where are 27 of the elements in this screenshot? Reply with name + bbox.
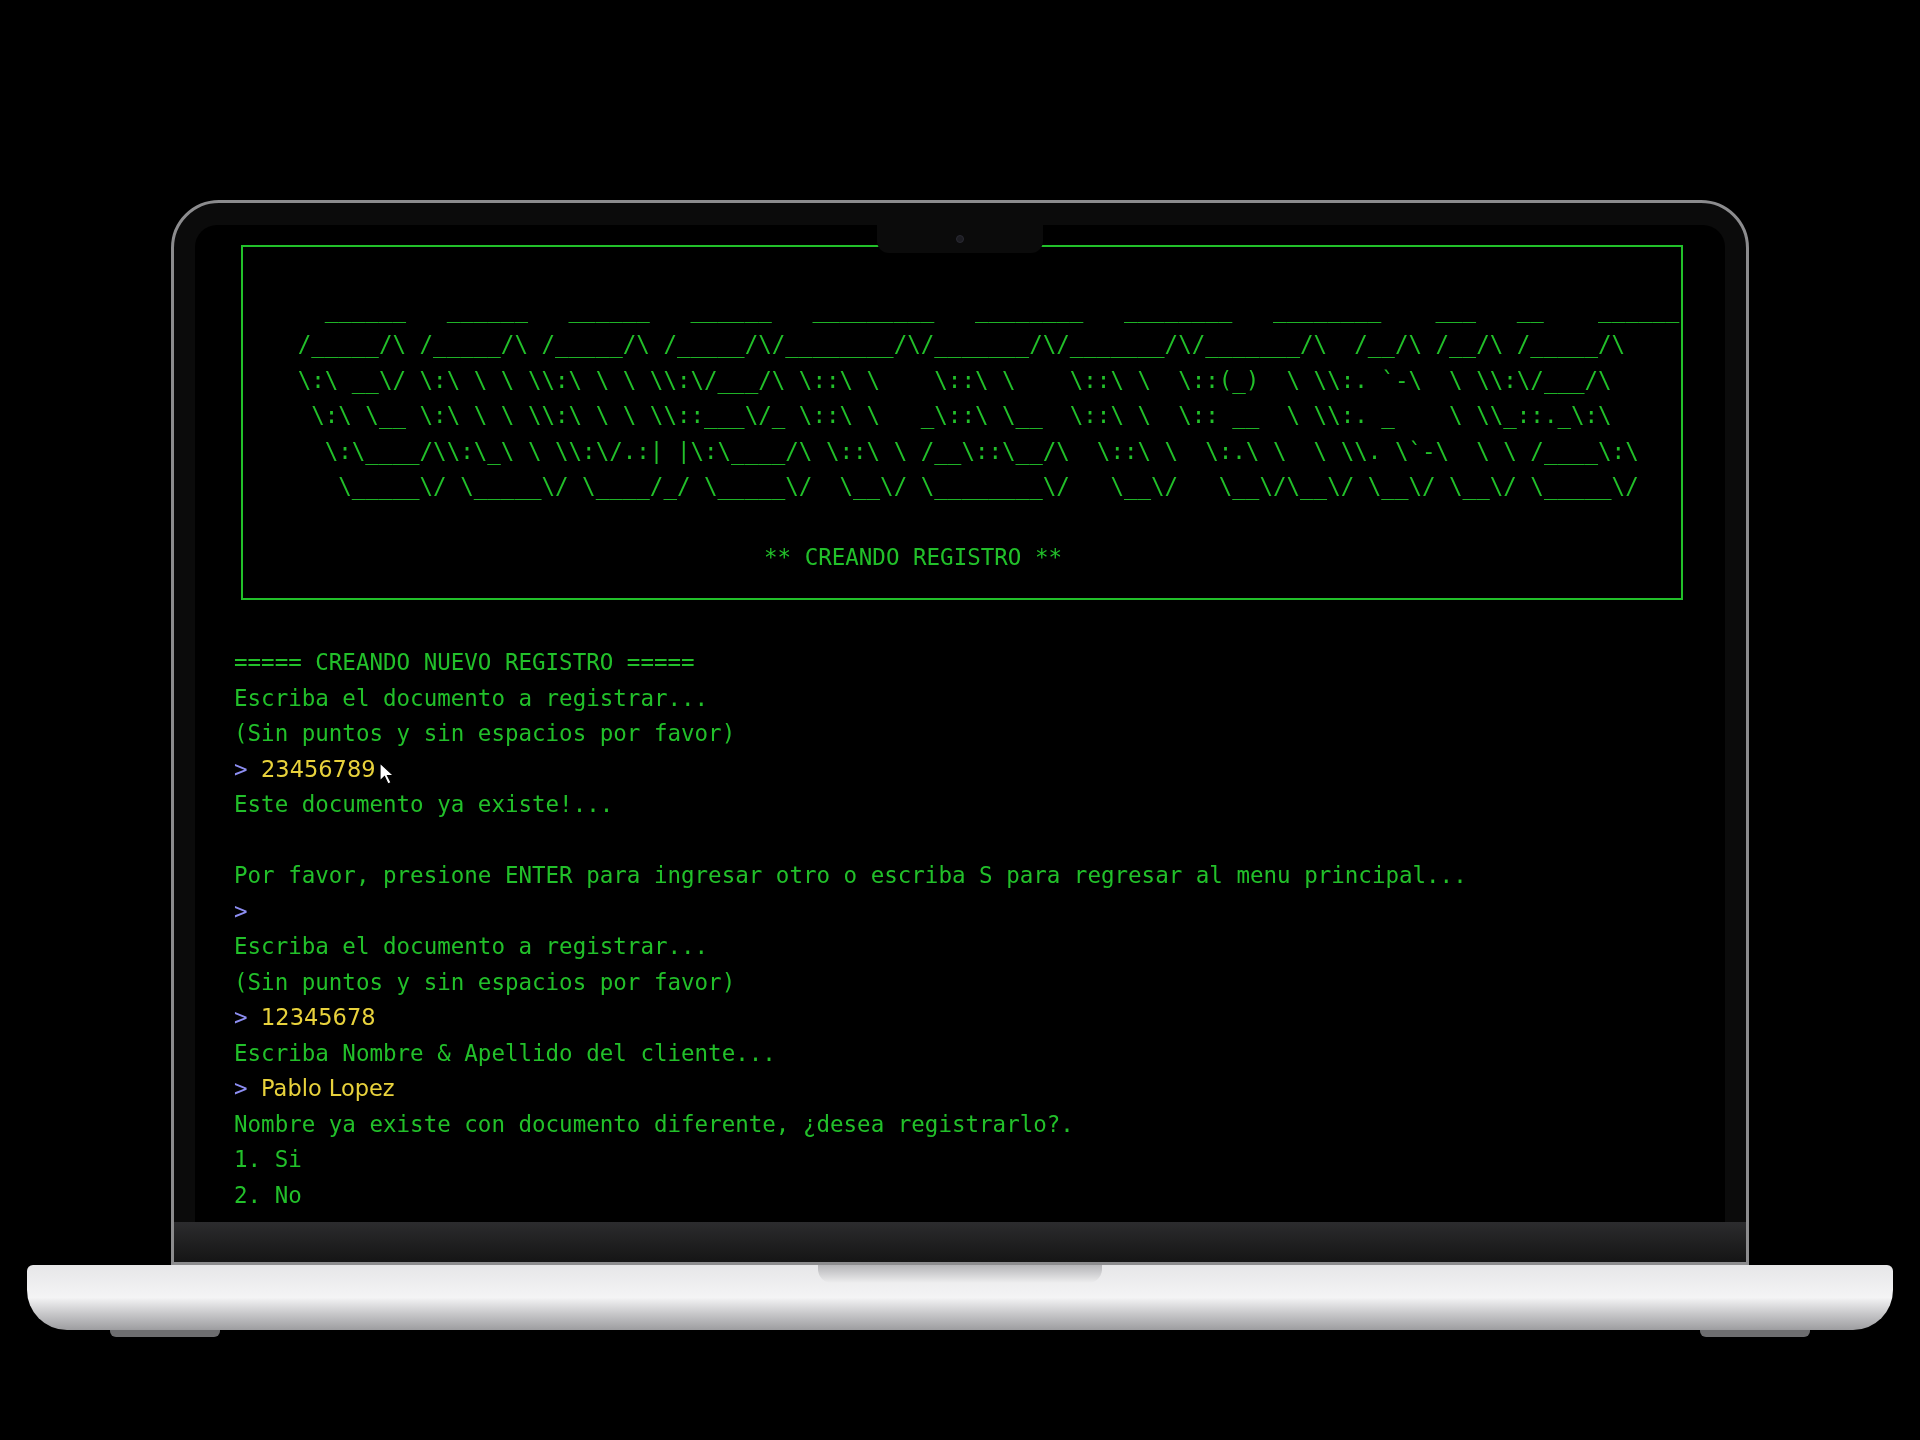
terminal-text: ===== CREANDO NUEVO REGISTRO =====: [234, 648, 695, 677]
ascii-art-line: \:\ \__ \:\ \ \ \\:\ \ \ \\::___\/_ \::\ \ _\::\ \__ \::\ \ \:: __ \ \\:. _ \ \\_::._\:\: [310, 402, 1612, 428]
terminal-text: Escriba Nombre & Apellido del cliente...: [234, 1038, 776, 1068]
prompt-symbol: >: [234, 1003, 248, 1032]
prompt-symbol: >: [234, 896, 248, 926]
ascii-art-line: \_____\/ \_____\/ \____/_/ \_____\/ \__\/ \________\/ \__\/ \__\/\__\/ \__\/ \__\/ \_____\/: [337, 473, 1639, 499]
typed-text: 12345678: [261, 1003, 376, 1032]
terminal-text: 1. Si: [234, 1145, 302, 1174]
terminal-text: Por favor, presione ENTER para ingresar otro o escriba S para regresar al menu principal...: [234, 861, 1467, 890]
ascii-art-line: \:\ __\/ \:\ \ \ \\:\ \ \ \\:\/___/\ \::\ \ \::\ \ \::\ \ \::(_) \ \\:. `-\ \ \\:\/___/\: [296, 366, 1612, 393]
terminal-text: (Sin puntos y sin espacios por favor): [234, 967, 736, 997]
terminal-text: Escriba el documento a registrar...: [234, 932, 709, 961]
terminal-text: (Sin puntos y sin espacios por favor): [234, 719, 736, 748]
camera-icon: [956, 235, 964, 243]
ascii-art-line: /_____/\ /_____/\ /_____/\ /_____/\/________/\/_______/\/_______/\/_______/\ /__/\ /__/\ /_____/\: [296, 331, 1626, 357]
terminal-text: Escriba el documento a registrar...: [234, 683, 709, 713]
banner-subtitle: ** CREANDO REGISTRO **: [764, 544, 1062, 570]
typed-text: Pablo Lopez: [261, 1074, 395, 1103]
mouse-pointer-icon: [379, 762, 395, 786]
ascii-art-line: ______ ______ ______ ______ _________ ________ ________ ________ ___ __ ______: [323, 295, 1680, 322]
terminal-text: Este documento ya existe!...: [234, 790, 614, 819]
ascii-art-line: \:\____/\\:\_\ \ \\:\/.:| |\:\____/\ \::\ \ /__\::\__/\ \::\ \ \:.\ \ \ \\. \`-\ \ \ /____\:\: [323, 437, 1639, 464]
terminal-text: Nombre ya existe con documento diferente, ¿desea registrarlo?.: [234, 1109, 1074, 1139]
typed-text: 23456789: [261, 754, 376, 784]
prompt-symbol: >: [234, 1074, 248, 1103]
prompt-symbol: >: [234, 754, 248, 784]
terminal-text: 2. No: [234, 1180, 302, 1210]
